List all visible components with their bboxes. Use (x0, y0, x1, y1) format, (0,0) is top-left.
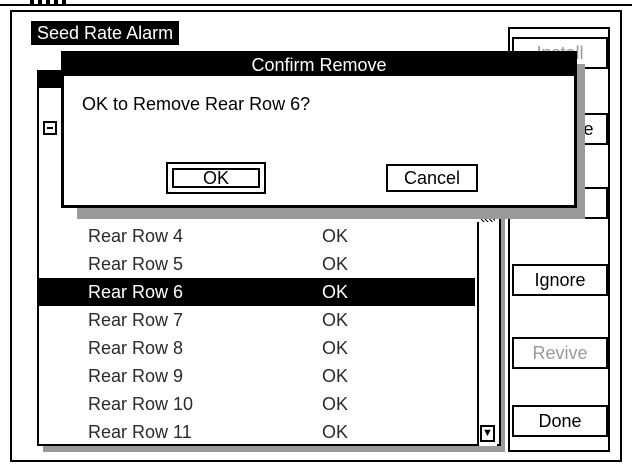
row-status: OK (322, 366, 349, 386)
dialog-message: OK to Remove Rear Row 6? (82, 94, 311, 114)
row-status: OK (322, 254, 349, 274)
list-row[interactable]: Rear Row 7 OK (39, 306, 475, 334)
top-edge-strip (0, 0, 632, 6)
cancel-button[interactable]: Cancel (386, 164, 478, 192)
row-name: Rear Row 4 (88, 226, 184, 246)
list-row[interactable]: Rear Row 10 OK (39, 390, 475, 418)
row-name: Rear Row 11 (88, 422, 192, 442)
row-name: Rear Row 8 (88, 338, 184, 358)
done-button[interactable]: Done (512, 405, 608, 437)
row-status: OK (322, 282, 349, 302)
row-name: Rear Row 5 (88, 254, 184, 274)
ok-button[interactable]: OK (166, 162, 266, 194)
row-status: OK (322, 310, 349, 330)
row-name: Rear Row 7 (88, 310, 184, 330)
scroll-down-arrow-icon[interactable]: ▼ (480, 425, 495, 442)
row-status: OK (322, 422, 349, 442)
collapse-icon[interactable] (43, 121, 57, 135)
list-row[interactable]: Rear Row 6 OK (39, 278, 475, 306)
ok-button-label: OK (172, 168, 260, 188)
list-row[interactable]: Rear Row 4 OK (39, 222, 475, 250)
list-row[interactable]: Rear Row 5 OK (39, 250, 475, 278)
row-status: OK (322, 338, 349, 358)
row-name: Rear Row 6 (88, 282, 184, 302)
dialog-title: Confirm Remove (64, 54, 574, 76)
row-status: OK (322, 226, 349, 246)
revive-button[interactable]: Revive (512, 337, 608, 369)
list-row[interactable]: Rear Row 9 OK (39, 362, 475, 390)
row-status: OK (322, 394, 349, 414)
row-name: Rear Row 10 (88, 394, 194, 414)
list-row[interactable]: Rear Row 11 OK (39, 418, 475, 446)
list-scrollbar[interactable] (477, 222, 497, 446)
ignore-button[interactable]: Ignore (512, 264, 608, 296)
screen: Seed Rate Alarm Install Remove Ignore Re… (0, 0, 632, 466)
window-title: Seed Rate Alarm (31, 21, 180, 45)
row-name: Rear Row 9 (88, 366, 184, 386)
list-row[interactable]: Rear Row 8 OK (39, 334, 475, 362)
